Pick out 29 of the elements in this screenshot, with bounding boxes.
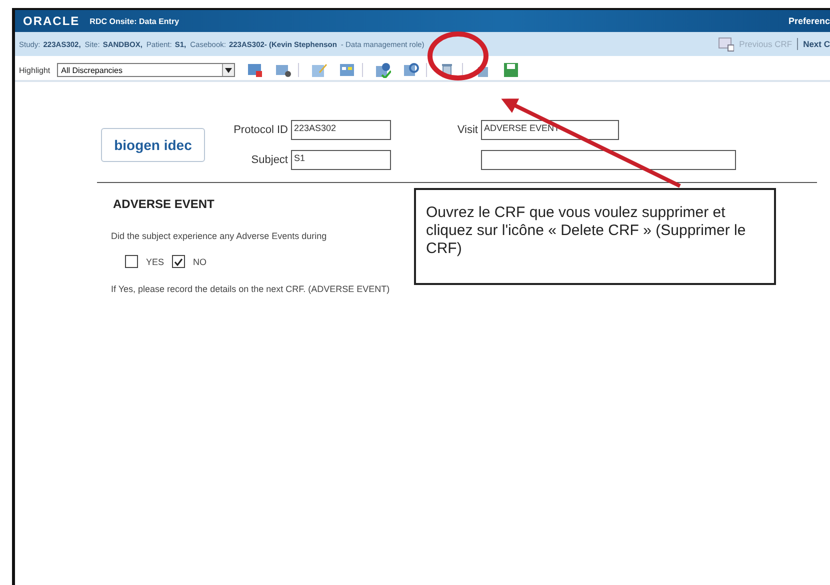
callout-text: Ouvrez le CRF que vous voulez supprimer et cliquez sur l'icône « Delete CRF » (Supprimer le CRF) bbox=[414, 188, 776, 285]
option-label: YES bbox=[146, 256, 164, 266]
input-field[interactable] bbox=[481, 150, 736, 170]
field-label: Protocol ID bbox=[232, 124, 289, 136]
biogen-idec-logo: biogen idec bbox=[101, 128, 205, 162]
calendar-icon[interactable] bbox=[718, 36, 734, 52]
grid-icon[interactable] bbox=[339, 62, 356, 78]
highlight-dropdown[interactable]: All Discrepancies bbox=[57, 63, 236, 77]
checkbox[interactable] bbox=[172, 255, 186, 268]
oracle-logo: ORACLE bbox=[23, 14, 80, 28]
add-form-icon[interactable] bbox=[247, 62, 264, 78]
field-label: Visit bbox=[456, 124, 479, 136]
highlight-label: Highlight bbox=[19, 66, 50, 74]
option-label: NO bbox=[193, 256, 207, 266]
subject-field[interactable]: S1 bbox=[291, 150, 391, 170]
caret-icon bbox=[225, 68, 232, 72]
highlight-circle bbox=[428, 32, 488, 80]
next-crf-link[interactable]: Next C bbox=[803, 39, 830, 49]
window-title: RDC Onsite: Data Entry bbox=[90, 16, 180, 26]
section-title: ADVERSE EVENT bbox=[113, 197, 216, 211]
protocol-field[interactable]: 223AS302 bbox=[291, 120, 391, 140]
person-add-icon[interactable] bbox=[275, 62, 292, 78]
question-text: Did the subject experience any Adverse Events during bbox=[111, 231, 327, 241]
note-text: If Yes, please record the details on the next CRF. (ADVERSE EVENT) bbox=[111, 284, 391, 294]
checkbox[interactable] bbox=[125, 255, 138, 268]
form-search-icon[interactable] bbox=[403, 62, 420, 78]
field-label: Subject bbox=[250, 154, 289, 166]
preferences-link[interactable]: Preferenc bbox=[788, 16, 830, 26]
save-icon[interactable] bbox=[503, 62, 520, 78]
